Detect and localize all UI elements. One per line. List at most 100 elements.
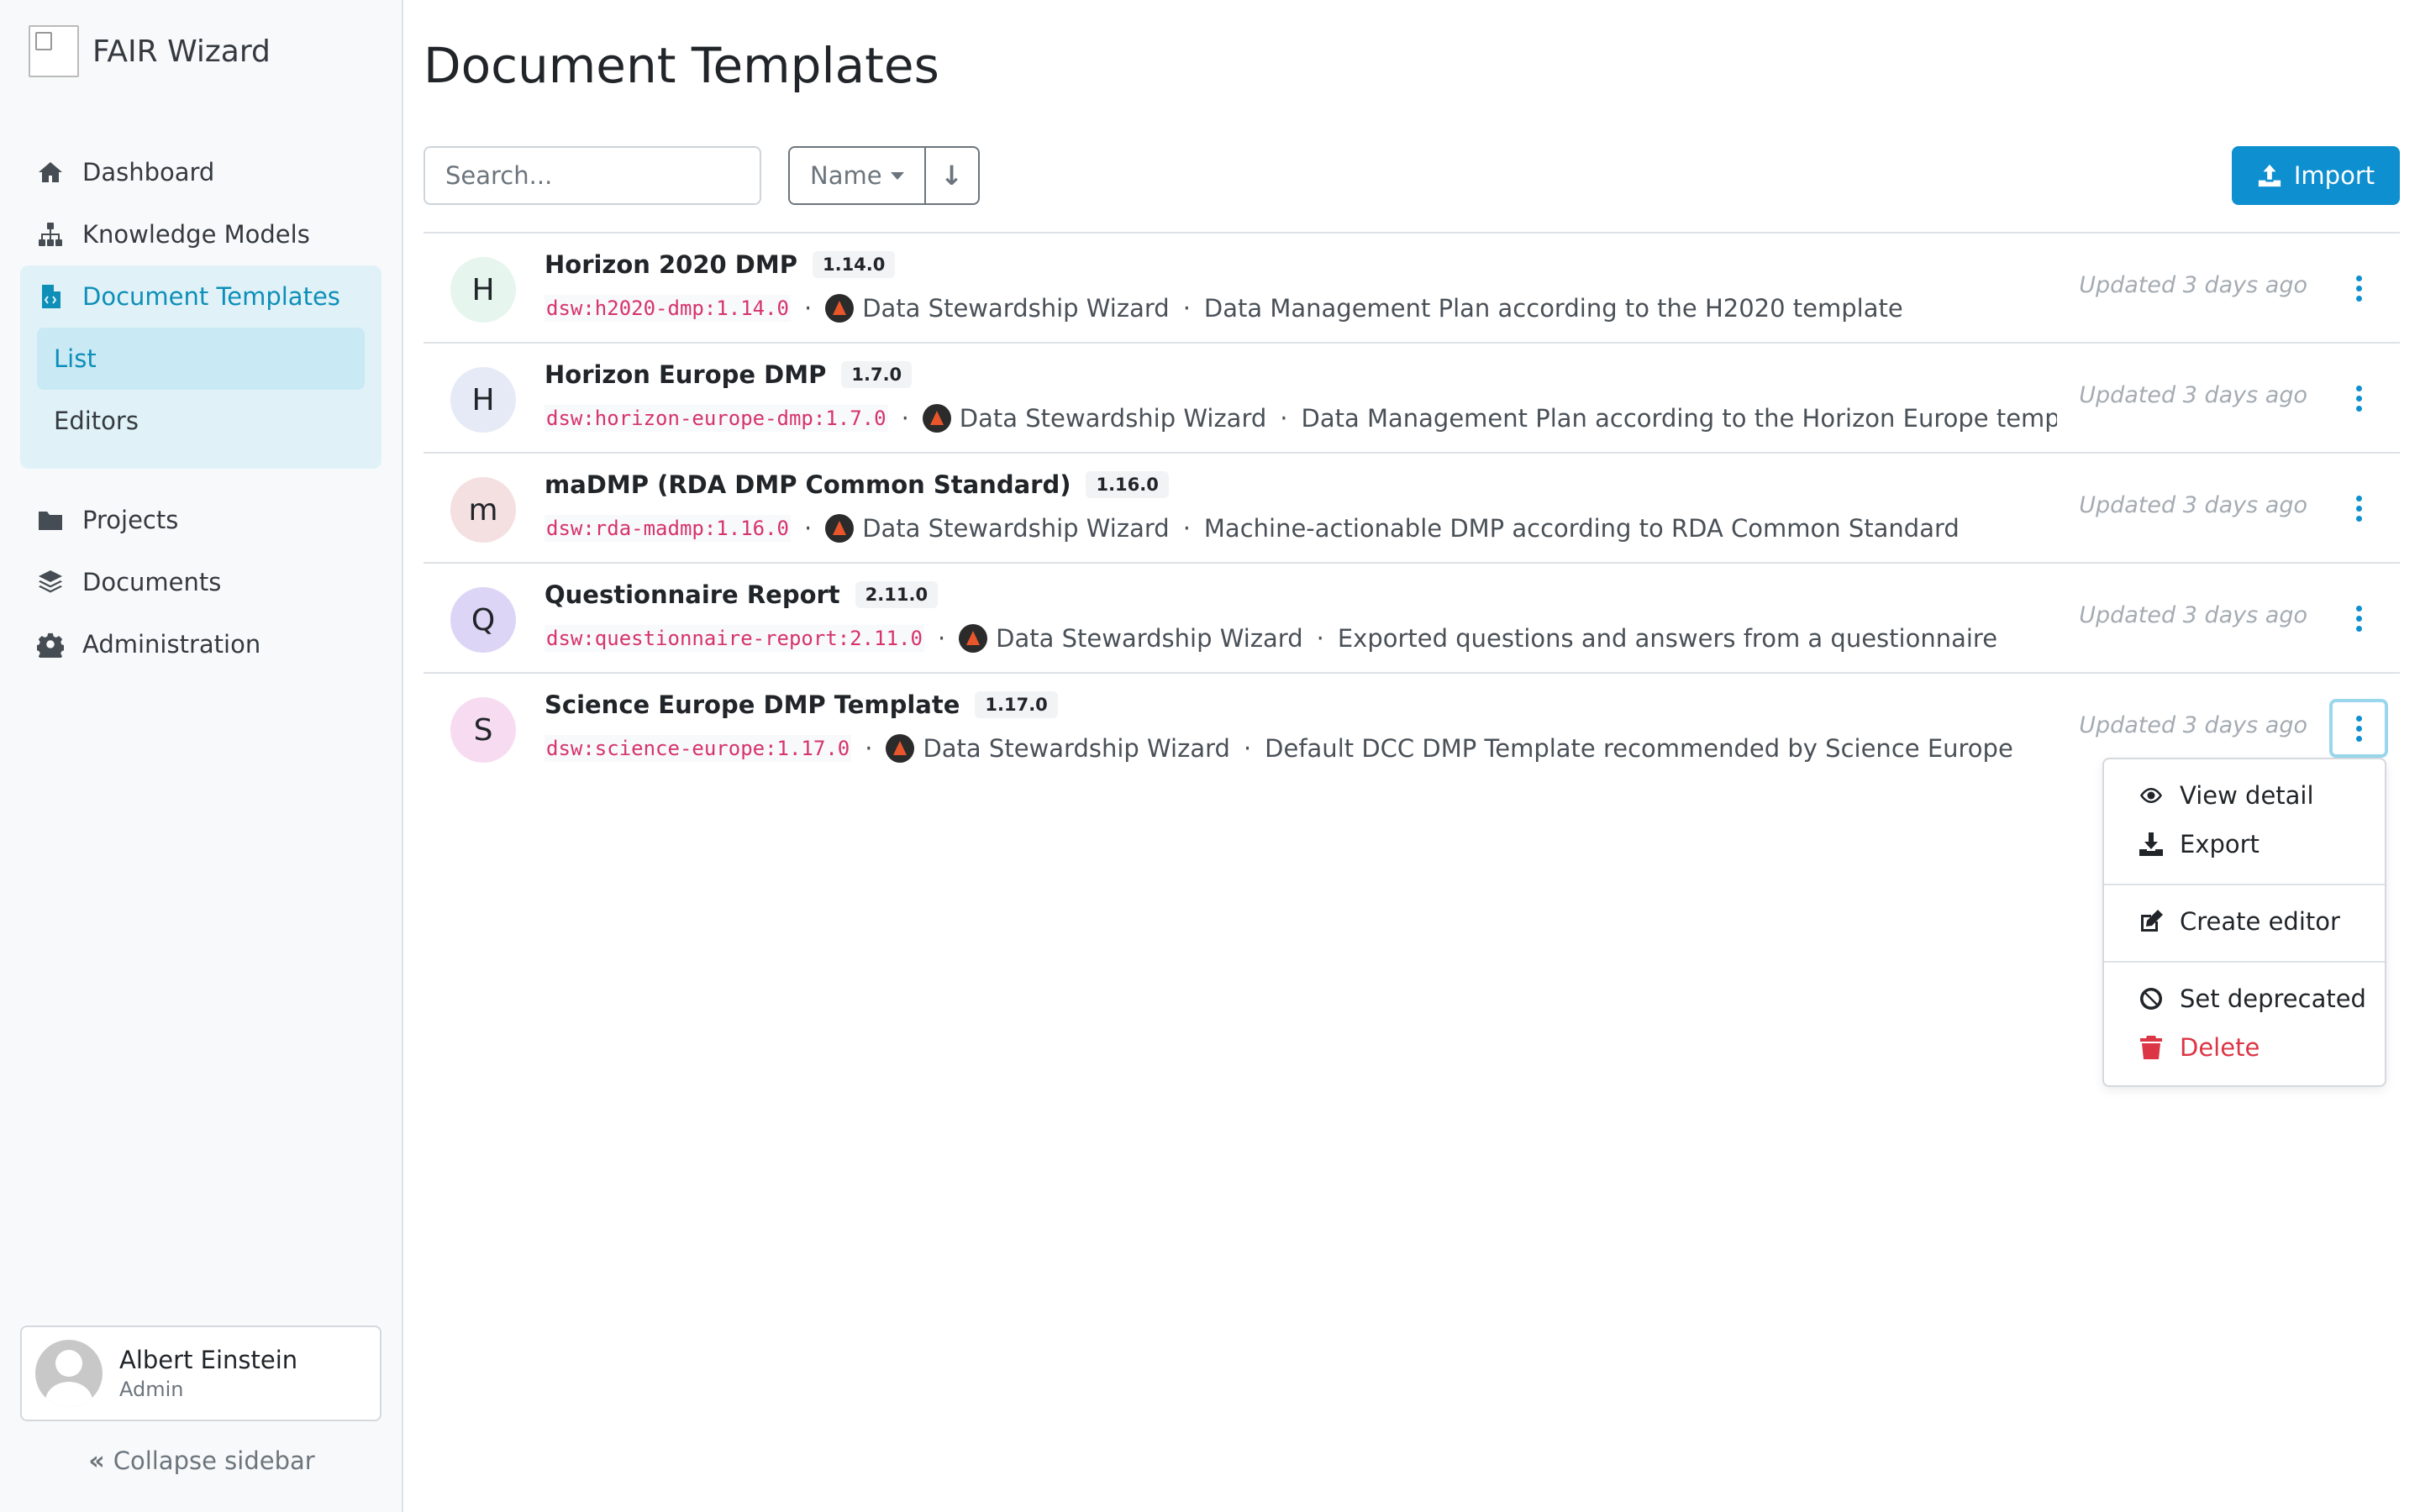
page-title: Document Templates — [424, 37, 939, 94]
template-description: Machine-actionable DMP according to RDA … — [1203, 514, 1960, 543]
create-editor-menu-item[interactable]: Create editor — [2138, 907, 2340, 936]
gear-icon — [37, 633, 64, 658]
export-menu-item[interactable]: Export — [2138, 830, 2260, 858]
sidebar: FAIR Wizard Dashboard Knowledge Models D… — [0, 0, 403, 1512]
sidebar-item-documents[interactable]: Documents — [20, 551, 381, 613]
view-detail-menu-item[interactable]: View detail — [2138, 781, 2314, 810]
kebab-menu-icon — [2355, 275, 2362, 302]
row-actions-dropdown: View detail Export Create editor Set dep… — [2102, 758, 2386, 1087]
app-name: FAIR Wizard — [92, 34, 271, 69]
sidebar-nav: Dashboard Knowledge Models Document Temp… — [20, 141, 381, 675]
list-item[interactable]: Q Questionnaire Report 2.11.0 dsw:questi… — [424, 562, 2400, 672]
organization-logo-icon — [922, 404, 951, 433]
sidebar-item-label: Document Templates — [82, 282, 340, 311]
template-id: dsw:science-europe:1.17.0 — [544, 735, 852, 762]
organization-logo-icon — [886, 734, 915, 763]
template-avatar: H — [450, 367, 516, 433]
app-logo[interactable]: FAIR Wizard — [29, 25, 271, 77]
sidebar-item-administration[interactable]: Administration — [20, 613, 381, 675]
sidebar-item-label: Administration — [82, 630, 261, 659]
folder-icon — [39, 512, 62, 530]
organization-logo-icon — [825, 514, 855, 543]
template-id: dsw:h2020-dmp:1.14.0 — [544, 295, 791, 322]
import-button[interactable]: Import — [2232, 146, 2400, 205]
sidebar-item-document-templates[interactable]: Document Templates — [20, 265, 381, 328]
row-actions-button[interactable] — [2329, 259, 2388, 318]
template-name[interactable]: maDMP (RDA DMP Common Standard) — [544, 470, 1071, 499]
updated-timestamp: Updated 3 days ago — [2079, 602, 2307, 628]
organization-name: Data Stewardship Wizard — [923, 734, 1230, 763]
organization-logo-icon — [959, 624, 988, 653]
template-description: Default DCC DMP Template recommended by … — [1265, 734, 2013, 763]
organization-name: Data Stewardship Wizard — [862, 294, 1170, 323]
template-name[interactable]: Horizon Europe DMP — [544, 360, 826, 389]
row-actions-button[interactable] — [2329, 589, 2388, 648]
main-content: Document Templates Name ↓ Import H Horiz… — [424, 0, 2400, 1512]
user-name: Albert Einstein — [119, 1346, 298, 1374]
double-chevron-left-icon: « — [88, 1446, 105, 1476]
sidebar-item-projects[interactable]: Projects — [20, 489, 381, 551]
row-actions-button[interactable] — [2329, 479, 2388, 538]
ban-icon — [2140, 988, 2163, 1010]
sidebar-item-dashboard[interactable]: Dashboard — [20, 141, 381, 203]
sort-field-dropdown[interactable]: Name — [790, 148, 924, 203]
kebab-menu-icon — [2355, 495, 2362, 522]
search-input[interactable] — [424, 146, 761, 205]
template-id: dsw:rda-madmp:1.16.0 — [544, 515, 791, 542]
avatar — [35, 1340, 103, 1407]
sidebar-item-knowledge-models[interactable]: Knowledge Models — [20, 203, 381, 265]
template-name[interactable]: Questionnaire Report — [544, 580, 840, 609]
menu-item-label: Export — [2180, 830, 2260, 858]
version-badge: 1.16.0 — [1086, 471, 1169, 498]
import-label: Import — [2293, 161, 2375, 190]
menu-divider — [2104, 884, 2385, 885]
row-actions-button[interactable] — [2329, 699, 2388, 758]
upload-icon — [2258, 164, 2281, 187]
template-avatar: m — [450, 477, 516, 543]
list-item[interactable]: H Horizon Europe DMP 1.7.0 dsw:horizon-e… — [424, 342, 2400, 452]
updated-timestamp: Updated 3 days ago — [2065, 382, 2307, 408]
sidebar-subitem-editors[interactable]: Editors — [37, 390, 365, 452]
template-description: Data Management Plan according to the Ho… — [1301, 404, 2058, 433]
menu-item-label: Set deprecated — [2180, 984, 2366, 1013]
template-list: H Horizon 2020 DMP 1.14.0 dsw:h2020-dmp:… — [424, 232, 2400, 782]
kebab-menu-icon — [2355, 605, 2362, 632]
collapse-sidebar-button[interactable]: « Collapse sidebar — [0, 1446, 403, 1476]
menu-item-label: View detail — [2180, 781, 2314, 810]
list-item[interactable]: H Horizon 2020 DMP 1.14.0 dsw:h2020-dmp:… — [424, 232, 2400, 342]
set-deprecated-menu-item[interactable]: Set deprecated — [2138, 984, 2366, 1013]
updated-timestamp: Updated 3 days ago — [2079, 712, 2307, 738]
kebab-menu-icon — [2355, 385, 2362, 412]
sort-controls: Name ↓ — [788, 146, 980, 205]
version-badge: 1.14.0 — [812, 251, 896, 278]
collapse-sidebar-label: Collapse sidebar — [113, 1446, 315, 1475]
sidebar-item-label: Dashboard — [82, 158, 215, 186]
template-description: Data Management Plan according to the H2… — [1203, 294, 1903, 323]
template-description: Exported questions and answers from a qu… — [1337, 624, 1998, 653]
trash-icon — [2140, 1036, 2162, 1059]
updated-timestamp: Updated 3 days ago — [2079, 272, 2307, 298]
user-profile[interactable]: Albert Einstein Admin — [20, 1326, 381, 1421]
template-avatar: S — [450, 697, 516, 763]
layers-icon — [39, 570, 62, 593]
sort-direction-button[interactable]: ↓ — [923, 148, 978, 203]
delete-menu-item[interactable]: Delete — [2138, 1033, 2260, 1062]
template-name[interactable]: Science Europe DMP Template — [544, 690, 960, 719]
sidebar-subitem-list[interactable]: List — [37, 328, 365, 390]
sidebar-group-document-templates: Document Templates List Editors — [20, 265, 381, 469]
organization-name: Data Stewardship Wizard — [959, 404, 1267, 433]
template-name[interactable]: Horizon 2020 DMP — [544, 250, 797, 279]
list-item[interactable]: m maDMP (RDA DMP Common Standard) 1.16.0… — [424, 452, 2400, 562]
version-badge: 1.17.0 — [975, 691, 1058, 718]
sitemap-icon — [39, 223, 62, 246]
caret-down-icon — [890, 171, 904, 180]
template-avatar: H — [450, 257, 516, 323]
row-actions-button[interactable] — [2329, 369, 2388, 428]
template-id: dsw:horizon-europe-dmp:1.7.0 — [544, 405, 888, 432]
file-code-icon — [42, 285, 60, 308]
eye-icon — [2140, 788, 2162, 803]
template-id: dsw:questionnaire-report:2.11.0 — [544, 625, 924, 652]
menu-divider — [2104, 961, 2385, 963]
menu-item-label: Delete — [2180, 1033, 2260, 1062]
sidebar-item-label: Projects — [82, 506, 179, 534]
